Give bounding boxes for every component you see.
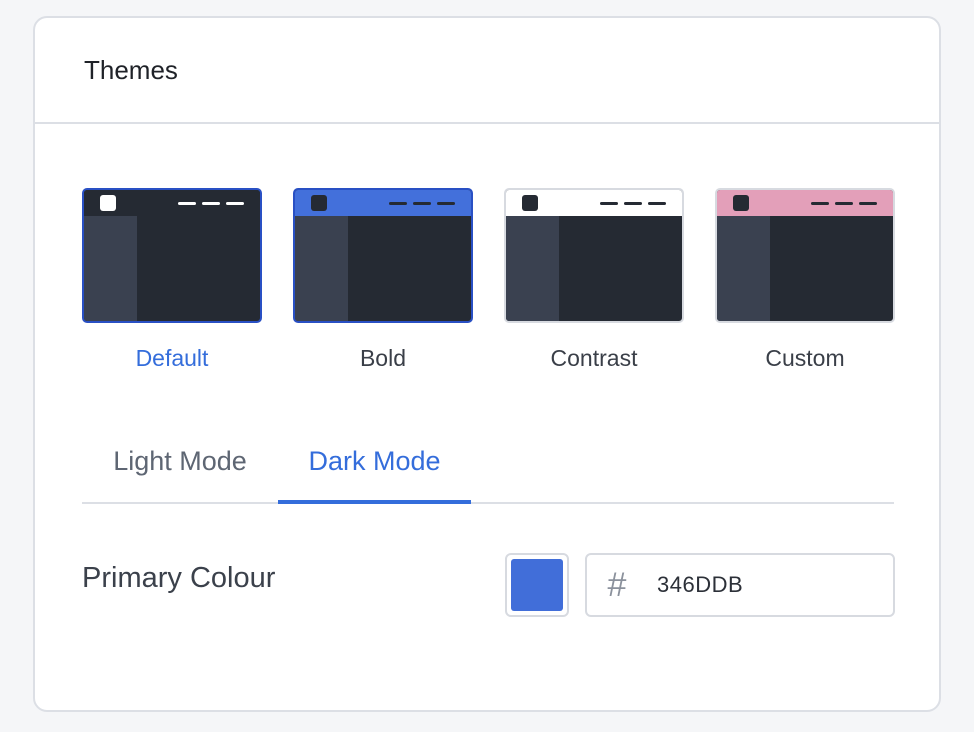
- theme-preview-contrast: [504, 188, 684, 323]
- theme-preview-default: [82, 188, 262, 323]
- hex-colour-value[interactable]: 346DDB: [657, 571, 743, 599]
- tab-dark-mode[interactable]: Dark Mode: [278, 434, 471, 504]
- theme-label-custom: Custom: [765, 345, 845, 371]
- preview-logo: [100, 195, 116, 211]
- preview-menu-dash: [859, 202, 877, 205]
- theme-label-bold: Bold: [359, 345, 407, 371]
- preview-menu-dash: [835, 202, 853, 205]
- theme-label-default: Default: [135, 345, 209, 371]
- preview-menu-dash: [178, 202, 196, 205]
- preview-logo: [522, 195, 538, 211]
- theme-option-bold[interactable]: Bold: [293, 188, 473, 373]
- preview-sidebar: [717, 216, 770, 321]
- preview-menu-dash: [811, 202, 829, 205]
- preview-sidebar: [84, 216, 137, 321]
- preview-sidebar: [506, 216, 559, 321]
- preview-menu-dash: [600, 202, 618, 205]
- preview-menu-dash: [389, 202, 407, 205]
- preview-menu-dash: [624, 202, 642, 205]
- hex-colour-input[interactable]: # 346DDB: [585, 553, 895, 617]
- preview-logo: [733, 195, 749, 211]
- theme-option-default[interactable]: Default: [82, 188, 262, 373]
- colour-swatch-button[interactable]: [505, 553, 569, 617]
- primary-colour-label: Primary Colour: [82, 562, 276, 594]
- themes-card: Themes Default Bold Contrast Custom Ligh…: [33, 16, 941, 712]
- preview-menu-dash: [202, 202, 220, 205]
- card-header: Themes: [35, 18, 939, 124]
- theme-label-contrast: Contrast: [550, 345, 638, 371]
- tab-light-mode[interactable]: Light Mode: [82, 434, 278, 504]
- hash-icon: #: [607, 566, 626, 604]
- colour-swatch: [511, 559, 563, 611]
- card-title: Themes: [84, 55, 178, 85]
- preview-sidebar: [295, 216, 348, 321]
- preview-menu-dash: [226, 202, 244, 205]
- theme-preview-custom: [715, 188, 895, 323]
- theme-option-custom[interactable]: Custom: [715, 188, 895, 373]
- mode-tabs: Light Mode Dark Mode: [82, 434, 894, 504]
- theme-option-contrast[interactable]: Contrast: [504, 188, 684, 373]
- preview-menu-dash: [413, 202, 431, 205]
- preview-logo: [311, 195, 327, 211]
- theme-preview-bold: [293, 188, 473, 323]
- preview-menu-dash: [437, 202, 455, 205]
- preview-menu-dash: [648, 202, 666, 205]
